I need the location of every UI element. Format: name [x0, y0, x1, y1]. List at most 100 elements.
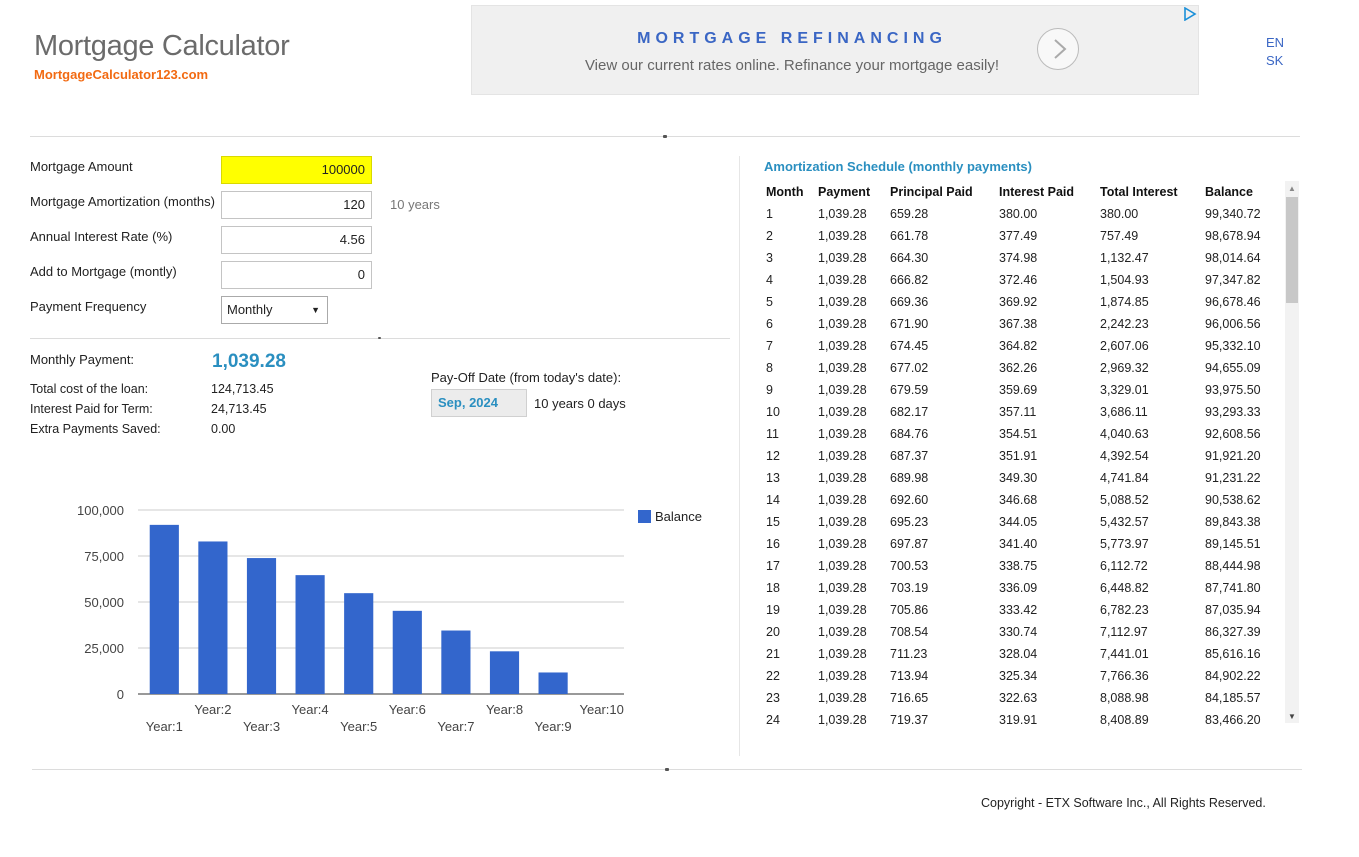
- x-tick-label: Year:4: [292, 702, 329, 717]
- interest-rate-label: Annual Interest Rate (%): [30, 229, 173, 244]
- language-en-link[interactable]: EN: [1266, 35, 1284, 50]
- table-cell: 359.69: [999, 383, 1038, 397]
- table-cell: 1,039.28: [818, 647, 867, 661]
- bottom-divider-handle: [665, 768, 669, 771]
- table-cell: 87,741.80: [1205, 581, 1261, 595]
- balance-bar: [246, 558, 277, 694]
- table-cell: 89,145.51: [1205, 537, 1261, 551]
- table-cell: 362.26: [999, 361, 1038, 375]
- amortization-body: 1 1,039.28 659.28 380.00 380.00 99,340.72 2 1,0…: [762, 203, 1285, 731]
- column-header: Balance: [1205, 185, 1253, 199]
- table-cell: 5: [766, 295, 773, 309]
- scroll-down-icon[interactable]: ▼: [1288, 712, 1296, 721]
- x-tick-label: Year:6: [389, 702, 426, 717]
- add-to-mortgage-input[interactable]: 0: [221, 261, 372, 289]
- copyright-text: Copyright - ETX Software Inc., All Right…: [981, 796, 1266, 810]
- table-cell: 372.46: [999, 273, 1038, 287]
- table-cell: 1,039.28: [818, 515, 867, 529]
- table-cell: 94,655.09: [1205, 361, 1261, 375]
- table-cell: 22: [766, 669, 780, 683]
- table-row: 5 1,039.28 669.36 369.92 1,874.85 96,678.46: [762, 291, 1285, 313]
- amortization-scrollbar[interactable]: ▲ ▼: [1285, 181, 1299, 723]
- ad-banner[interactable]: MORTGAGE REFINANCING View our current ra…: [471, 5, 1199, 95]
- payment-frequency-label: Payment Frequency: [30, 299, 147, 314]
- table-cell: 679.59: [890, 383, 929, 397]
- table-cell: 687.37: [890, 449, 929, 463]
- table-cell: 330.74: [999, 625, 1038, 639]
- table-cell: 7,112.97: [1100, 625, 1148, 639]
- table-cell: 6,112.72: [1100, 559, 1148, 573]
- table-cell: 708.54: [890, 625, 929, 639]
- table-row: 11 1,039.28 684.76 354.51 4,040.63 92,608.56: [762, 423, 1285, 445]
- table-cell: 93,975.50: [1205, 383, 1261, 397]
- table-cell: 5,773.97: [1100, 537, 1149, 551]
- x-tick-label: Year:2: [194, 702, 231, 717]
- table-cell: 697.87: [890, 537, 929, 551]
- table-cell: 86,327.39: [1205, 625, 1261, 639]
- table-cell: 99,340.72: [1205, 207, 1261, 221]
- balance-bar: [538, 672, 568, 694]
- table-cell: 692.60: [890, 493, 929, 507]
- legend-label: Balance: [655, 509, 702, 524]
- table-cell: 349.30: [999, 471, 1038, 485]
- table-cell: 15: [766, 515, 780, 529]
- table-row: 20 1,039.28 708.54 330.74 7,112.97 86,327.39: [762, 621, 1285, 643]
- table-cell: 4,040.63: [1100, 427, 1149, 441]
- table-cell: 96,678.46: [1205, 295, 1261, 309]
- table-row: 3 1,039.28 664.30 374.98 1,132.47 98,014.64: [762, 247, 1285, 269]
- table-cell: 357.11: [999, 405, 1037, 419]
- mortgage-amount-input[interactable]: 100000: [221, 156, 372, 184]
- chevron-right-icon[interactable]: [1037, 28, 1079, 70]
- interest-paid-label: Interest Paid for Term:: [30, 402, 153, 416]
- site-link[interactable]: MortgageCalculator123.com: [34, 67, 208, 82]
- table-cell: 1,039.28: [818, 295, 867, 309]
- interest-rate-input[interactable]: 4.56: [221, 226, 372, 254]
- table-cell: 351.91: [999, 449, 1038, 463]
- x-tick-label: Year:7: [437, 719, 474, 734]
- table-cell: 93,293.33: [1205, 405, 1261, 419]
- payoff-duration: 10 years 0 days: [534, 396, 626, 411]
- y-tick-label: 75,000: [84, 549, 124, 564]
- adchoices-icon[interactable]: [1182, 6, 1198, 22]
- table-row: 12 1,039.28 687.37 351.91 4,392.54 91,921.20: [762, 445, 1285, 467]
- extra-payments-label: Extra Payments Saved:: [30, 422, 161, 436]
- amortization-input[interactable]: 120: [221, 191, 372, 219]
- column-header: Principal Paid: [890, 185, 973, 199]
- table-cell: 19: [766, 603, 780, 617]
- table-cell: 1,039.28: [818, 273, 867, 287]
- amortization-header-row: Month Payment Principal Paid Interest Paid T…: [762, 181, 1285, 203]
- table-cell: 4,741.84: [1100, 471, 1149, 485]
- table-cell: 84,185.57: [1205, 691, 1261, 705]
- x-tick-label: Year:1: [146, 719, 183, 734]
- amortization-years-note: 10 years: [390, 197, 440, 212]
- table-cell: 700.53: [890, 559, 929, 573]
- form-divider-handle: [378, 337, 381, 339]
- table-row: 6 1,039.28 671.90 367.38 2,242.23 96,006.56: [762, 313, 1285, 335]
- table-cell: 703.19: [890, 581, 929, 595]
- table-cell: 336.09: [999, 581, 1038, 595]
- table-row: 8 1,039.28 677.02 362.26 2,969.32 94,655.09: [762, 357, 1285, 379]
- table-cell: 87,035.94: [1205, 603, 1261, 617]
- table-cell: 98,014.64: [1205, 251, 1261, 265]
- table-cell: 661.78: [890, 229, 929, 243]
- ad-text: View our current rates online. Refinance…: [584, 57, 1000, 74]
- balance-bar: [441, 630, 471, 694]
- scrollbar-thumb[interactable]: [1286, 197, 1298, 303]
- table-cell: 89,843.38: [1205, 515, 1261, 529]
- table-cell: 1,039.28: [818, 383, 867, 397]
- table-cell: 711.23: [890, 647, 928, 661]
- scroll-up-icon[interactable]: ▲: [1288, 184, 1296, 193]
- table-cell: 5,088.52: [1100, 493, 1149, 507]
- table-row: 21 1,039.28 711.23 328.04 7,441.01 85,616.16: [762, 643, 1285, 665]
- table-cell: 8,408.89: [1100, 713, 1149, 727]
- payment-frequency-select[interactable]: Monthly ▼: [221, 296, 328, 324]
- monthly-payment-label: Monthly Payment:: [30, 352, 135, 367]
- table-cell: 3,686.11: [1100, 405, 1148, 419]
- language-sk-link[interactable]: SK: [1266, 53, 1283, 68]
- table-cell: 4,392.54: [1100, 449, 1149, 463]
- table-row: 7 1,039.28 674.45 364.82 2,607.06 95,332.10: [762, 335, 1285, 357]
- amortization-table-container[interactable]: Month Payment Principal Paid Interest Paid T…: [762, 181, 1285, 732]
- divider-handle: [663, 135, 667, 138]
- table-cell: 20: [766, 625, 780, 639]
- table-cell: 1,039.28: [818, 405, 867, 419]
